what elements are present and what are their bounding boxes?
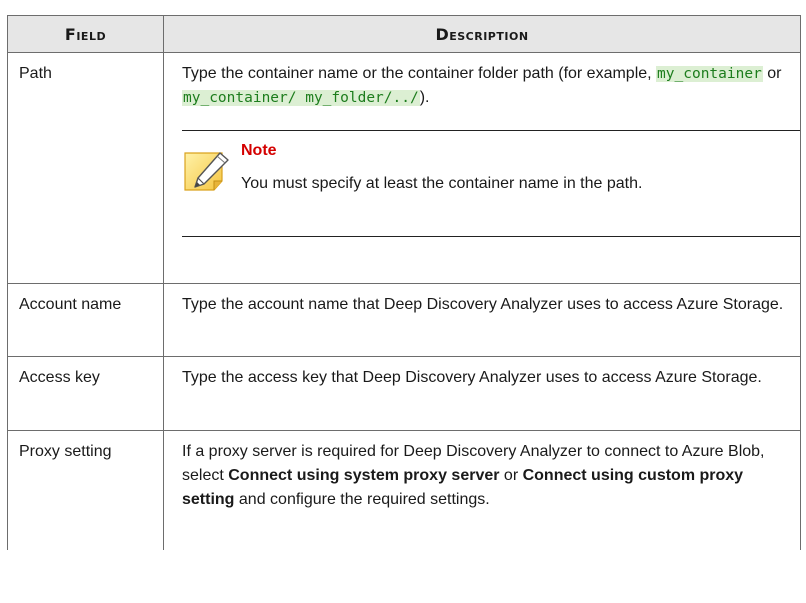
header-field: Field — [7, 15, 164, 53]
table-row: Account name Type the account name that … — [7, 283, 801, 357]
description-cell: Type the container name or the container… — [163, 52, 801, 284]
note-pencil-icon — [184, 152, 229, 191]
code-snippet: my_container — [656, 66, 763, 82]
table-row: Access key Type the access key that Deep… — [7, 356, 801, 431]
settings-table: Field Description Path Type the containe… — [7, 15, 801, 550]
table-header-row: Field Description — [7, 15, 801, 53]
field-cell: Access key — [7, 356, 164, 431]
description-text: or — [762, 65, 782, 82]
description-cell: Type the account name that Deep Discover… — [163, 283, 801, 357]
description-text: ). — [419, 89, 430, 106]
field-cell: Account name — [7, 283, 164, 357]
field-cell: Proxy setting — [7, 430, 164, 550]
description-cell: If a proxy server is required for Deep D… — [163, 430, 801, 550]
table-row: Path Type the container name or the cont… — [7, 52, 801, 284]
note-box: Note You must specify at least the conta… — [182, 130, 800, 237]
header-description: Description — [163, 15, 801, 53]
code-snippet: my_container/ my_folder/../ — [182, 90, 420, 106]
description-text: or — [499, 467, 523, 484]
description-text: Type the container name or the container… — [182, 65, 657, 82]
table-row: Proxy setting If a proxy server is requi… — [7, 430, 801, 550]
description-text: and configure the required settings. — [234, 491, 490, 508]
description-cell: Type the access key that Deep Discovery … — [163, 356, 801, 431]
note-body: You must specify at least the container … — [241, 175, 643, 192]
note-title: Note — [241, 142, 277, 159]
option-system-proxy: Connect using system proxy server — [228, 467, 500, 484]
field-cell: Path — [7, 52, 164, 284]
